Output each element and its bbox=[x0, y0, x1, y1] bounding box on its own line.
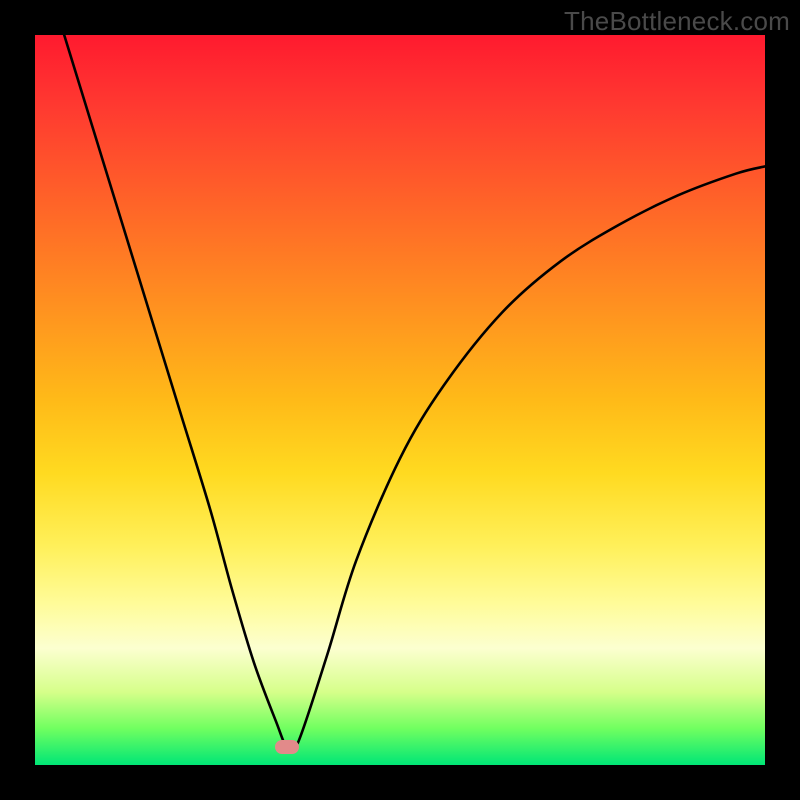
chart-plot-area bbox=[35, 35, 765, 765]
chart-frame: TheBottleneck.com bbox=[0, 0, 800, 800]
watermark-text: TheBottleneck.com bbox=[564, 6, 790, 37]
chart-marker bbox=[275, 740, 299, 754]
chart-curve bbox=[35, 35, 765, 765]
